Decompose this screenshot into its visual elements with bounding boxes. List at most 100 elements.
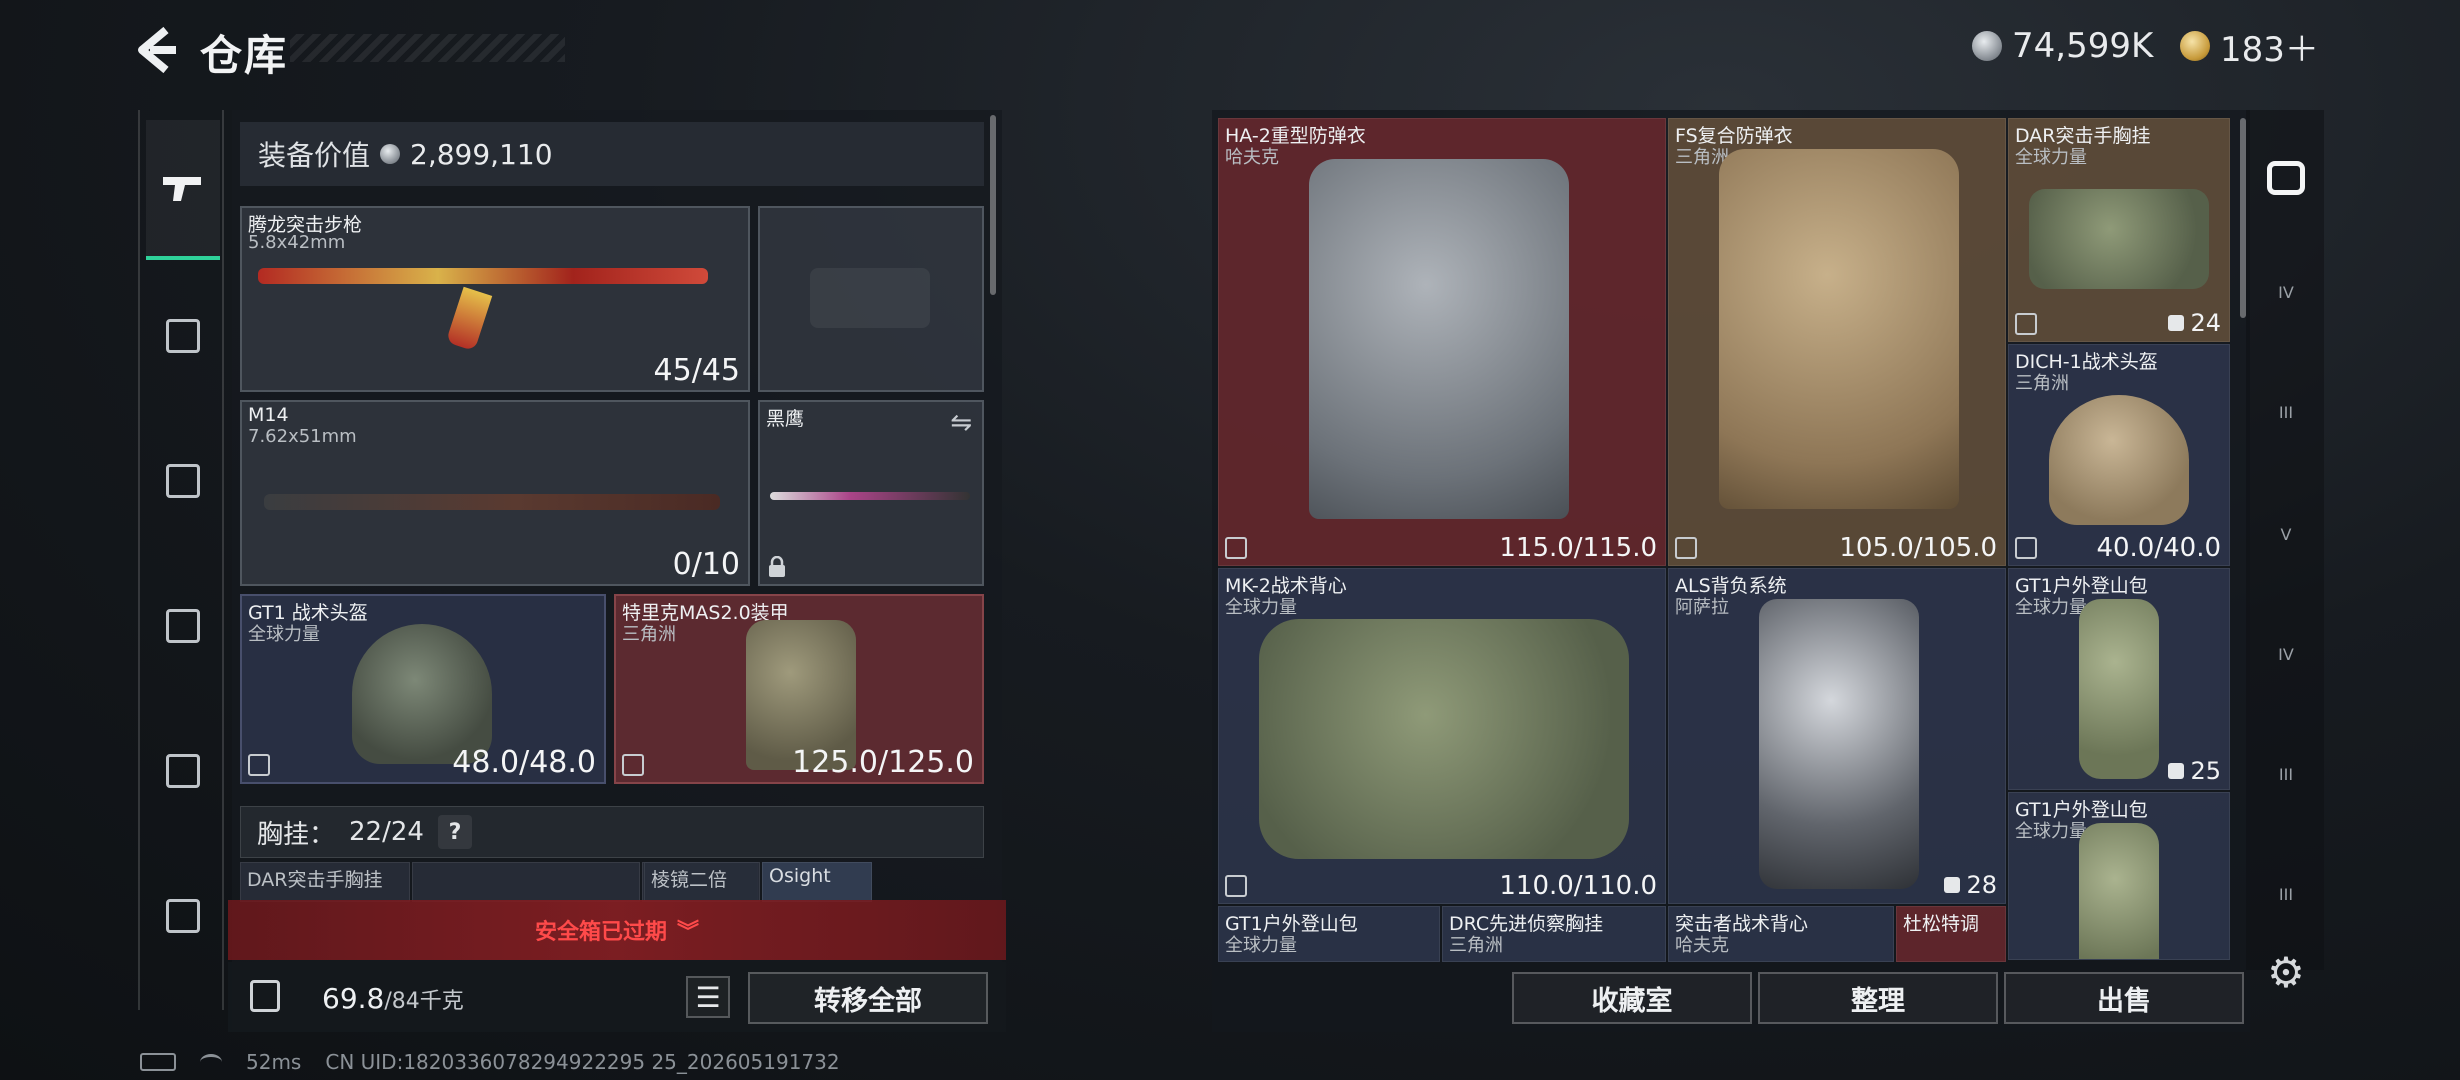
stash-item[interactable]: FS复合防弹衣 三角洲 105.0/105.0 (1668, 118, 2006, 566)
list-icon: ☰ (695, 980, 721, 1014)
equipment-value: 2,899,110 (410, 137, 553, 171)
chest-rig-capacity: 22/24 (349, 817, 424, 847)
item-capacity: 25 (2190, 757, 2221, 785)
equipment-value-bar: 装备价值 2,899,110 (240, 122, 984, 186)
stash-tab-4b[interactable]: IV (2264, 634, 2308, 674)
secondary-weapon-name: M14 (248, 404, 289, 426)
back-button[interactable] (128, 22, 180, 78)
stash-tab-label: IV (2278, 282, 2294, 302)
transfer-all-button[interactable]: 转移全部 (748, 972, 988, 1024)
stash-item[interactable]: DRC先进侦察胸挂 三角洲 (1442, 906, 1666, 962)
stash-item[interactable]: 杜松特调 (1896, 906, 2006, 962)
primary-weapon-slot[interactable]: 腾龙突击步枪 5.8x42mm 45/45 (240, 206, 750, 392)
weight-readout: 69.8/84千克 (322, 982, 464, 1015)
item-durability: 110.0/110.0 (1499, 871, 1657, 901)
stash-tab-3b[interactable]: III (2264, 754, 2308, 794)
stash-tab-5[interactable]: V (2264, 514, 2308, 554)
nav-weapon[interactable] (146, 120, 220, 260)
lock-icon (769, 556, 785, 577)
settings-button[interactable]: ⚙ (2262, 947, 2310, 997)
gear-icon: ⚙ (2267, 947, 2305, 997)
stash-item[interactable]: DAR突击手胸挂 全球力量 24 (2008, 118, 2230, 342)
toolbox-icon (166, 899, 200, 933)
gold-coin-icon (2180, 31, 2210, 61)
list-button[interactable]: ☰ (686, 976, 730, 1018)
stash-item[interactable]: DICH-1战术头盔 三角洲 40.0/40.0 (2008, 344, 2230, 566)
item-source: 全球力量 (2015, 821, 2087, 842)
swap-icon[interactable]: ⇋ (950, 408, 972, 438)
stash-tab-label: IV (2278, 644, 2294, 664)
item-source: 三角洲 (1449, 935, 1503, 956)
nav-toolbox[interactable] (146, 880, 220, 952)
safebox-expired-bar[interactable]: 安全箱已过期 ︾ (228, 900, 1006, 960)
item-source: 阿萨拉 (1675, 597, 1729, 618)
rig-item[interactable]: Osight (762, 862, 872, 902)
safebox-icon (166, 754, 200, 788)
silver-currency: 74,599K (1972, 24, 2153, 68)
melee-slot[interactable]: 黑鹰 ⇋ (758, 400, 984, 586)
backpack-art (1759, 599, 1919, 889)
bag-small-icon (1944, 877, 1961, 893)
bag-small-icon (2168, 763, 2185, 779)
item-source: 全球力量 (1225, 935, 1297, 956)
nav-safebox[interactable] (146, 735, 220, 807)
stash-tab-label: III (2278, 402, 2294, 422)
stash-item[interactable]: MK-2战术背心 全球力量 110.0/110.0 (1218, 568, 1666, 904)
chest-rig-label: 胸挂： (257, 819, 336, 850)
armor-source: 三角洲 (622, 624, 676, 645)
stash-item[interactable]: GT1户外登山包 全球力量 25 (2008, 568, 2230, 790)
left-nav (138, 110, 224, 1010)
stash-item[interactable]: 突击者战术背心 哈夫克 (1668, 906, 1894, 962)
silver-coin-icon (1972, 31, 2002, 61)
rifle-art (258, 268, 708, 284)
nav-armor[interactable] (146, 445, 220, 517)
nav-backpack[interactable] (146, 590, 220, 662)
stash-item[interactable]: GT1户外登山包 全球力量 (1218, 906, 1440, 962)
backpack-art (2079, 599, 2159, 779)
stash-tab-all[interactable] (2264, 158, 2308, 198)
rig-art (2029, 189, 2209, 289)
weight-value: 69.8 (322, 982, 385, 1015)
page-title: 仓库 (200, 31, 289, 80)
chest-rig-bar[interactable]: 胸挂： 22/24 ? (240, 806, 984, 858)
nav-rig[interactable] (146, 300, 220, 372)
rig-item[interactable]: DAR突击手胸挂 (240, 862, 410, 902)
item-source: 全球力量 (2015, 597, 2087, 618)
chevron-left-icon (138, 26, 176, 74)
no-insure-icon (1675, 537, 1697, 559)
chevron-down-icon: ︾ (677, 920, 700, 945)
gold-currency[interactable]: 183＋ (2180, 24, 2319, 70)
secondary-weapon-caliber: 7.62x51mm (248, 426, 357, 447)
no-insure-icon (1225, 537, 1247, 559)
primary-weapon-caliber: 5.8x42mm (248, 232, 346, 253)
helmet-source: 全球力量 (248, 624, 320, 645)
item-capacity: 24 (2190, 309, 2221, 337)
stash-item[interactable]: GT1户外登山包 全球力量 (2008, 792, 2230, 960)
helmet-slot[interactable]: GT1 战术头盔 全球力量 48.0/48.0 (240, 594, 606, 784)
armor-slot[interactable]: 特里克MAS2.0装甲 三角洲 125.0/125.0 (614, 594, 984, 784)
equipment-value-label: 装备价值 (258, 139, 371, 172)
no-insure-icon (2015, 313, 2037, 335)
item-durability: 40.0/40.0 (2096, 533, 2221, 563)
rig-item[interactable]: 棱镜二倍 (644, 862, 760, 902)
rig-icon (166, 319, 200, 353)
ping-readout: 52ms (246, 1050, 302, 1074)
primary-weapon-ammo: 45/45 (653, 353, 740, 388)
stash-tab-3[interactable]: III (2264, 392, 2308, 432)
stash-item[interactable]: ALS背负系统 阿萨拉 28 (1668, 568, 2006, 904)
collection-button[interactable]: 收藏室 (1512, 972, 1752, 1024)
capacity-badge: 28 (1944, 871, 1997, 899)
stash-tab-4[interactable]: IV (2264, 272, 2308, 312)
status-bar: 52ms CN UID:1820336078294922295 25_20260… (140, 1050, 840, 1074)
helmet-durability: 48.0/48.0 (452, 745, 596, 780)
stash-item[interactable]: HA-2重型防弹衣 哈夫克 115.0/115.0 (1218, 118, 1666, 566)
stash-tab-3c[interactable]: III (2264, 874, 2308, 914)
organize-button[interactable]: 整理 (1758, 972, 1998, 1024)
loadout-scrollbar[interactable] (990, 115, 996, 295)
secondary-weapon-slot[interactable]: M14 7.62x51mm 0/10 (240, 400, 750, 586)
help-icon[interactable]: ? (437, 815, 472, 849)
item-source: 哈夫克 (1675, 935, 1729, 956)
pistol-slot[interactable] (758, 206, 984, 392)
sell-button[interactable]: 出售 (2004, 972, 2244, 1024)
rig-empty-slot[interactable] (412, 862, 640, 902)
